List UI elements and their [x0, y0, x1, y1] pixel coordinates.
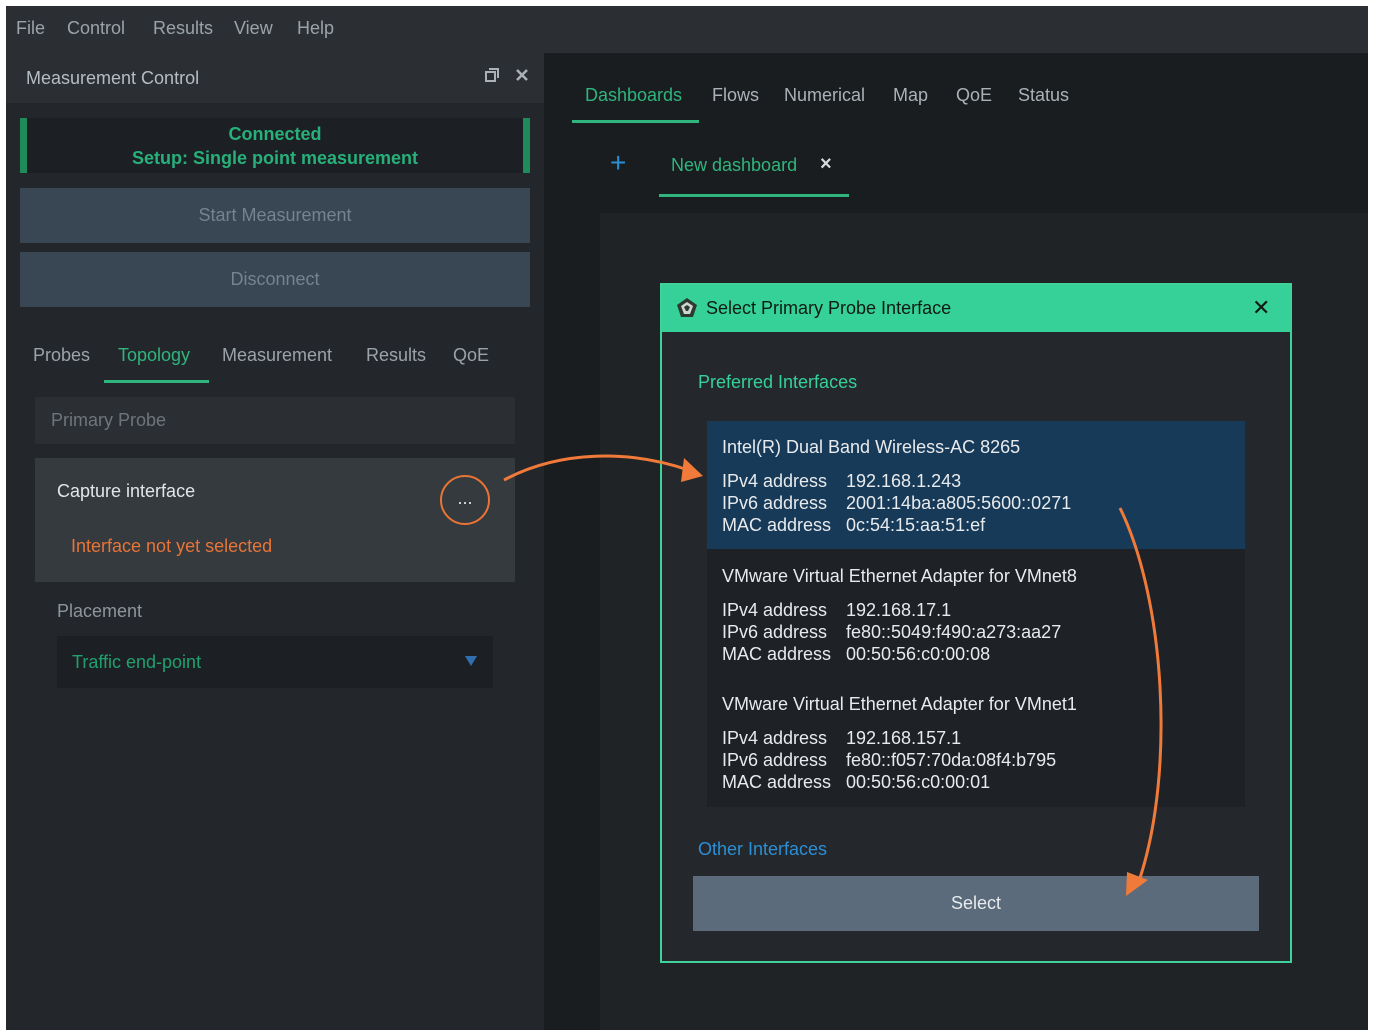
tab-dashboards[interactable]: Dashboards	[585, 85, 682, 106]
ipv6-key: IPv6 address	[722, 493, 828, 513]
restore-icon[interactable]	[484, 67, 500, 88]
interface-name: VMware Virtual Ethernet Adapter for VMne…	[722, 566, 1077, 586]
tab-numerical[interactable]: Numerical	[784, 85, 865, 106]
chevron-down-icon	[465, 656, 477, 666]
interface-name: Intel(R) Dual Band Wireless-AC 8265	[722, 437, 1021, 457]
placement-select[interactable]: Traffic end-point	[57, 636, 493, 688]
tab-results[interactable]: Results	[366, 345, 426, 366]
mac-key: MAC address	[722, 644, 832, 664]
interface-warning: Interface not yet selected	[71, 536, 273, 556]
panel-title: Measurement Control	[26, 68, 200, 88]
interface-item[interactable]: VMware Virtual Ethernet Adapter for VMne…	[707, 678, 1245, 806]
status-setup: Setup: Single point measurement	[131, 148, 419, 168]
connection-status: Connected Setup: Single point measuremen…	[20, 118, 530, 173]
mac-key: MAC address	[722, 772, 832, 792]
tab-map[interactable]: Map	[893, 85, 928, 106]
mac-value: 00:50:56:c0:00:01	[846, 772, 991, 792]
mac-value: 00:50:56:c0:00:08	[846, 644, 991, 664]
other-interfaces-link[interactable]: Other Interfaces	[698, 839, 827, 860]
interface-item[interactable]: VMware Virtual Ethernet Adapter for VMne…	[707, 550, 1245, 678]
mac-value: 0c:54:15:aa:51:ef	[846, 515, 986, 535]
choose-interface-button[interactable]: ...	[440, 475, 490, 525]
tab-probes[interactable]: Probes	[33, 345, 90, 366]
ipv6-value: 2001:14ba:a805:5600::0271	[846, 493, 1072, 513]
placement-label: Placement	[57, 601, 143, 621]
capture-interface-label: Capture interface	[57, 481, 196, 501]
close-dashboard-icon[interactable]: ×	[820, 153, 832, 176]
dashboard-tab-indicator	[659, 194, 849, 197]
ipv6-value: fe80::5049:f490:a273:aa27	[846, 622, 1062, 642]
active-tab-indicator	[104, 380, 209, 383]
main-tab-indicator	[572, 120, 699, 123]
ipv4-value: 192.168.1.243	[846, 471, 962, 491]
start-measurement-button[interactable]: Start Measurement	[20, 188, 530, 243]
tab-qoe-main[interactable]: QoE	[956, 85, 992, 106]
panel-header: Measurement Control	[6, 53, 544, 103]
menu-view[interactable]: View	[234, 18, 273, 39]
measurement-control-panel: Measurement Control Connected Setup: Sin…	[6, 53, 544, 1030]
select-button[interactable]: Select	[693, 876, 1259, 931]
ipv4-value: 192.168.17.1	[846, 600, 952, 620]
ipv6-key: IPv6 address	[722, 750, 828, 770]
tab-new-dashboard[interactable]: New dashboard	[671, 155, 797, 176]
close-icon[interactable]	[514, 67, 530, 88]
select-interface-dialog: Select Primary Probe Interface ✕ Preferr…	[660, 283, 1292, 963]
tab-status[interactable]: Status	[1018, 85, 1069, 106]
ipv6-value: fe80::f057:70da:08f4:b795	[846, 750, 1057, 770]
placement-value: Traffic end-point	[72, 652, 202, 672]
tab-measurement[interactable]: Measurement	[222, 345, 332, 366]
app-logo-icon	[676, 297, 698, 319]
tab-flows[interactable]: Flows	[712, 85, 759, 106]
interface-name: VMware Virtual Ethernet Adapter for VMne…	[722, 694, 1077, 714]
menu-control[interactable]: Control	[67, 18, 125, 39]
tab-qoe[interactable]: QoE	[453, 345, 489, 366]
ipv4-value: 192.168.157.1	[846, 728, 962, 748]
status-connected: Connected	[228, 124, 322, 144]
primary-probe-header: Primary Probe	[35, 397, 515, 444]
capture-interface-card: Capture interface ... Interface not yet …	[35, 458, 515, 582]
dialog-close-icon[interactable]: ✕	[1252, 295, 1270, 321]
interface-item[interactable]: Intel(R) Dual Band Wireless-AC 8265 IPv4…	[707, 421, 1245, 549]
interface-list: Intel(R) Dual Band Wireless-AC 8265 IPv4…	[707, 421, 1245, 807]
ipv4-key: IPv4 address	[722, 728, 828, 748]
ipv6-key: IPv6 address	[722, 622, 828, 642]
menu-results[interactable]: Results	[153, 18, 213, 39]
mac-key: MAC address	[722, 515, 832, 535]
menu-file[interactable]: File	[16, 18, 45, 39]
menubar: File Control Results View Help	[6, 6, 1368, 53]
dialog-header: Select Primary Probe Interface ✕	[662, 285, 1290, 332]
ipv4-key: IPv4 address	[722, 471, 828, 491]
add-dashboard-icon[interactable]: +	[610, 148, 626, 178]
disconnect-button[interactable]: Disconnect	[20, 252, 530, 307]
ipv4-key: IPv4 address	[722, 600, 828, 620]
preferred-interfaces-label: Preferred Interfaces	[698, 372, 858, 392]
tab-topology[interactable]: Topology	[118, 345, 190, 366]
menu-help[interactable]: Help	[297, 18, 334, 39]
dialog-title: Select Primary Probe Interface	[706, 298, 952, 318]
